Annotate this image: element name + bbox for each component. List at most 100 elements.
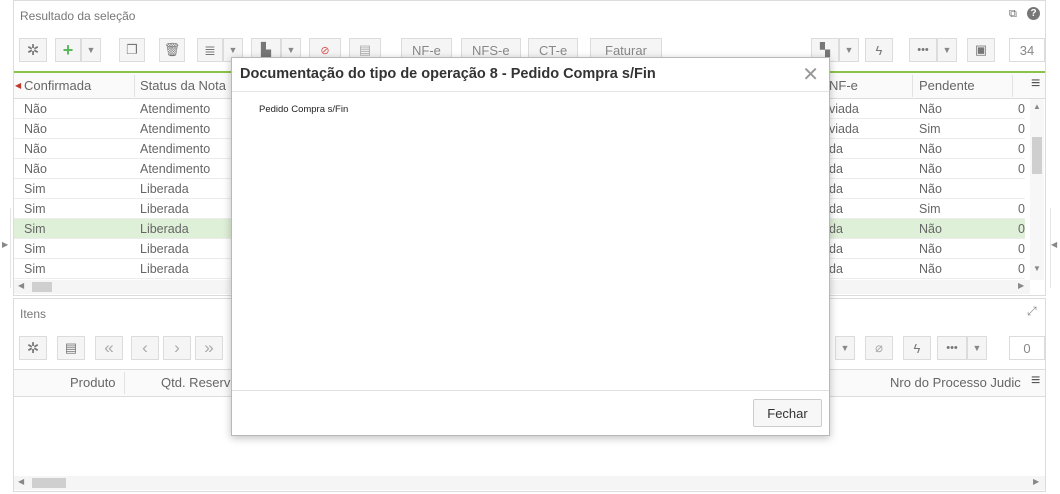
cell-nfe: da <box>829 162 843 176</box>
cell-pendente: Não <box>919 102 942 116</box>
export-icon: ▚ <box>820 42 830 57</box>
lightning-icon: ϟ <box>875 42 883 58</box>
help-icon[interactable]: ? <box>1027 7 1040 20</box>
items-list-button[interactable]: ▤ <box>57 336 85 360</box>
expand-icon[interactable]: ⤢ <box>1027 304 1037 319</box>
attach-button[interactable]: ⌀ <box>865 336 893 360</box>
prev-page-icon: ‹ <box>142 338 148 357</box>
cell-last: 0 <box>1018 162 1025 176</box>
add-dropdown[interactable]: ▼ <box>81 38 101 62</box>
column-header-confirmada[interactable]: Confirmada <box>24 73 91 99</box>
cell-pendente: Sim <box>919 122 941 136</box>
column-menu-icon[interactable]: ≡ <box>1031 75 1040 93</box>
scroll-up-arrow[interactable]: ▲ <box>1033 102 1041 111</box>
column-header-pendente[interactable]: Pendente <box>919 73 975 99</box>
first-page-icon: « <box>104 338 114 357</box>
cell-last: 0 <box>1018 122 1025 136</box>
cell-confirmada: Sim <box>24 262 46 276</box>
column-separator <box>912 75 913 97</box>
last-page-icon: » <box>204 338 214 357</box>
more-dropdown[interactable]: ▼ <box>937 38 957 62</box>
row-marker: ◀ <box>15 81 22 90</box>
dialog-footer: Fechar <box>232 390 829 435</box>
cell-nfe: da <box>829 142 843 156</box>
cell-confirmada: Não <box>24 142 47 156</box>
list-button[interactable]: ≣ <box>197 38 223 62</box>
actions-button[interactable]: ϟ <box>865 38 893 62</box>
operation-doc-dialog: Documentação do tipo de operação 8 - Ped… <box>231 57 830 436</box>
copy-button[interactable]: ❐ <box>119 38 145 62</box>
cell-confirmada: Não <box>24 122 47 136</box>
items-more-dropdown[interactable]: ▼ <box>967 336 987 360</box>
close-icon[interactable]: ✕ <box>802 62 819 87</box>
h-scrollbar-thumb[interactable] <box>32 478 66 488</box>
column-header-nro-processo[interactable]: Nro do Processo Judic <box>890 370 1021 396</box>
first-page-button[interactable]: « <box>95 336 123 360</box>
cancel-icon: ⊘ <box>320 44 330 57</box>
items-actions-button[interactable]: ϟ <box>903 336 931 360</box>
right-divider <box>1050 208 1060 288</box>
items-page-count-box[interactable]: 0 <box>1009 336 1045 360</box>
cell-nfe: da <box>829 222 843 236</box>
clip-icon: ⌀ <box>875 340 883 355</box>
trash-icon: 🗑 <box>163 42 181 57</box>
dialog-title: Documentação do tipo de operação 8 - Ped… <box>240 66 656 82</box>
items-more-button[interactable]: ••• <box>937 336 967 360</box>
items-settings-button[interactable]: ✲ <box>19 336 47 360</box>
cell-nfe: da <box>829 182 843 196</box>
items-column-menu-icon[interactable]: ≡ <box>1031 372 1040 390</box>
fechar-button[interactable]: Fechar <box>753 399 822 427</box>
scroll-left-arrow[interactable]: ◀ <box>18 281 24 290</box>
cell-confirmada: Sim <box>24 182 46 196</box>
cell-pendente: Não <box>919 162 942 176</box>
cell-status: Liberada <box>140 242 189 256</box>
cell-last: 0 <box>1018 202 1025 216</box>
last-page-button[interactable]: » <box>195 336 223 360</box>
dialog-header-divider <box>232 91 829 92</box>
delete-button[interactable]: 🗑 <box>159 38 185 62</box>
scroll-down-arrow[interactable]: ▼ <box>1033 264 1041 273</box>
scrollbar-thumb[interactable] <box>1032 137 1042 174</box>
scroll-right-arrow[interactable]: ▶ <box>1033 477 1039 486</box>
column-separator <box>134 75 135 97</box>
next-page-button[interactable]: › <box>163 336 191 360</box>
cell-confirmada: Sim <box>24 222 46 236</box>
export-dropdown[interactable]: ▼ <box>839 38 859 62</box>
cell-pendente: Não <box>919 242 942 256</box>
gear-icon: ✲ <box>26 340 40 357</box>
h-scrollbar-thumb[interactable] <box>32 282 52 292</box>
cell-pendente: Não <box>919 182 942 196</box>
cell-pendente: Não <box>919 262 942 276</box>
copy-icon: ❐ <box>126 42 138 57</box>
cell-nfe: viada <box>829 102 859 116</box>
save-icon: ▣ <box>974 42 988 57</box>
cell-nfe: viada <box>829 122 859 136</box>
cell-status: Atendimento <box>140 142 211 156</box>
dialog-body-text: Pedido Compra s/Fin <box>259 104 349 115</box>
save-button[interactable]: ▣ <box>967 38 995 62</box>
cell-nfe: da <box>829 262 843 276</box>
column-header-qtd-reserv[interactable]: Qtd. Reserv <box>161 370 230 396</box>
more-button[interactable]: ••• <box>909 38 937 62</box>
vertical-scrollbar[interactable]: ▲ ▼ <box>1030 99 1044 280</box>
cell-last: 0 <box>1018 242 1025 256</box>
column-header-status[interactable]: Status da Nota <box>140 73 226 99</box>
cell-last: 0 <box>1018 102 1025 116</box>
column-header-nfe[interactable]: NF-e <box>829 73 858 99</box>
restore-icon[interactable]: ⧉ <box>1009 8 1017 21</box>
items-dropdown[interactable]: ▼ <box>835 336 855 360</box>
cell-confirmada: Não <box>24 102 47 116</box>
cte-button-label: CT-e <box>539 42 568 58</box>
prev-page-button[interactable]: ‹ <box>131 336 159 360</box>
column-header-produto[interactable]: Produto <box>70 370 116 396</box>
cell-last: 0 <box>1018 222 1025 236</box>
scroll-left-arrow[interactable]: ◀ <box>18 477 24 486</box>
scroll-right-arrow[interactable]: ▶ <box>1018 281 1024 290</box>
cell-pendente: Não <box>919 222 942 236</box>
lightning-icon: ϟ <box>913 340 921 356</box>
page-count-box[interactable]: 34 <box>1009 38 1045 62</box>
cell-status: Liberada <box>140 262 189 276</box>
items-horizontal-scrollbar[interactable]: ◀ ▶ <box>14 476 1045 490</box>
add-button[interactable]: + <box>55 38 81 62</box>
settings-button[interactable]: ✲ <box>19 38 47 62</box>
